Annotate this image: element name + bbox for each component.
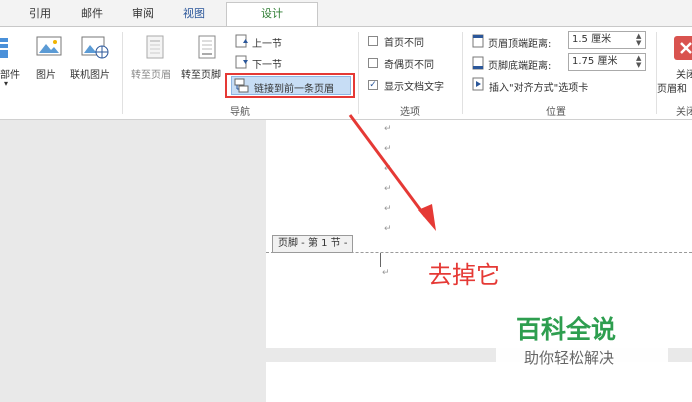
link-to-previous-label: 链接到前一条页眉 [254, 84, 334, 95]
next-section-icon[interactable] [235, 55, 249, 69]
close-header-footer-icon[interactable] [674, 36, 692, 60]
tab-review[interactable]: 审阅 [132, 5, 154, 21]
close-group-label: 关闭 [676, 107, 692, 118]
previous-section-button[interactable]: 上一节 [252, 35, 282, 50]
insert-align-tab-icon[interactable] [471, 77, 485, 91]
tab-references[interactable]: 引用 [29, 5, 51, 21]
footer-section-tag: 页脚 - 第 1 节 - [272, 235, 354, 253]
footer-paragraph-mark[interactable]: ↵ [382, 268, 390, 278]
tab-mailings[interactable]: 邮件 [81, 5, 103, 21]
previous-section-icon[interactable] [235, 34, 249, 48]
online-picture-button[interactable]: 联机图片 [70, 66, 110, 81]
navigation-group-label: 导航 [230, 107, 250, 118]
position-group-label: 位置 [546, 107, 566, 118]
watermark-title: 百科全说 [516, 315, 617, 344]
close-button-label-line2[interactable]: 页眉和 [657, 80, 687, 95]
footer-bottom-distance-label: 页脚底端距离: [488, 61, 552, 72]
link-to-previous-icon [234, 78, 250, 93]
goto-header-icon[interactable] [145, 35, 165, 61]
insert-align-tab-button[interactable]: 插入"对齐方式"选项卡 [489, 79, 588, 94]
group-divider [358, 32, 359, 114]
spinner-arrows-icon[interactable]: ▲ ▼ [636, 55, 641, 69]
tab-view[interactable]: 视图 [183, 5, 205, 21]
odd-even-different-checkbox[interactable] [368, 58, 378, 68]
parts-button[interactable]: 部件 [0, 66, 20, 81]
group-divider [462, 32, 463, 114]
show-document-text-label: 显示文档文字 [384, 82, 444, 93]
group-divider [656, 32, 657, 114]
next-section-button[interactable]: 下一节 [252, 56, 282, 71]
annotation-text: 去掉它 [428, 261, 500, 289]
parts-icon[interactable] [0, 36, 10, 60]
group-divider [122, 32, 123, 114]
odd-even-different-label: 奇偶页不同 [384, 60, 434, 71]
tab-design[interactable]: 设计 [226, 2, 318, 28]
text-cursor [380, 253, 381, 267]
ribbon-tab-strip: 引用 邮件 审阅 视图 [0, 0, 692, 26]
picture-button[interactable]: 图片 [36, 66, 56, 81]
first-page-different-checkbox[interactable] [368, 36, 378, 46]
header-top-distance-value: 1.5 厘米 [572, 34, 612, 45]
footer-bottom-icon [471, 56, 485, 70]
goto-footer-icon[interactable] [197, 35, 217, 61]
header-top-distance-input[interactable]: 1.5 厘米 [568, 31, 646, 49]
show-document-text-checkbox[interactable]: ✓ [368, 80, 378, 90]
footer-bottom-distance-value: 1.75 厘米 [572, 56, 618, 67]
parts-dropdown-icon[interactable]: ▾ [4, 79, 8, 88]
goto-footer-button[interactable]: 转至页脚 [181, 66, 231, 81]
close-button-label-line1[interactable]: 关闭 [676, 66, 692, 81]
header-top-distance-label: 页眉顶端距离: [488, 39, 552, 50]
annotation-arrow [348, 114, 436, 231]
watermark-subtitle: 助你轻松解决 [524, 349, 615, 367]
footer-bottom-distance-input[interactable]: 1.75 厘米 [568, 53, 646, 71]
online-picture-icon[interactable] [80, 35, 110, 61]
picture-icon[interactable] [35, 35, 63, 61]
first-page-different-label: 首页不同 [384, 38, 424, 49]
spinner-arrows-icon[interactable]: ▲ ▼ [636, 33, 641, 47]
header-top-icon [471, 34, 485, 48]
goto-header-button[interactable]: 转至页眉 [131, 66, 171, 81]
